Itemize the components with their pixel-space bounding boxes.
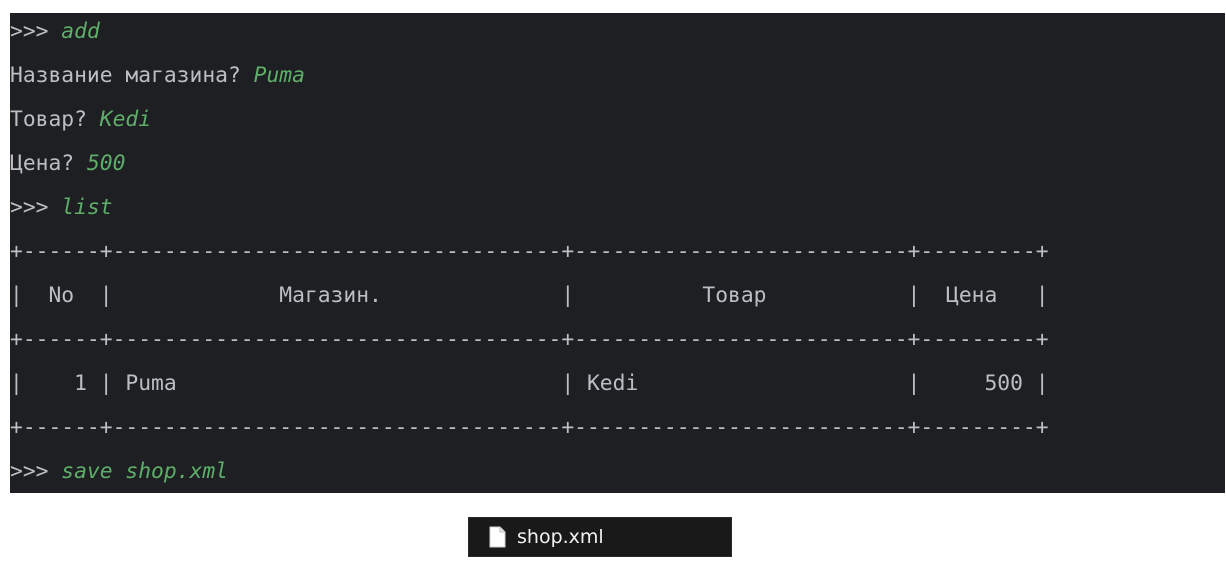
prompt: >>> — [10, 195, 49, 220]
question-answer: Kedi — [99, 107, 152, 132]
command-input: add — [61, 19, 100, 44]
prompt: >>> — [10, 459, 49, 484]
terminal-output[interactable]: >>> add Название магазина? Puma Товар? K… — [10, 13, 1225, 493]
table-border-bottom: +------+--------------------------------… — [10, 415, 1049, 440]
command-line-list: >>> list — [10, 191, 113, 225]
command-line-save: >>> save shop.xml — [10, 455, 228, 489]
question-line-shop: Название магазина? Puma — [10, 59, 305, 93]
question-label: Название магазина? — [10, 63, 241, 88]
command-input: list — [61, 195, 113, 220]
table-row: | 1 | Puma | Kedi | 500 | — [10, 371, 1049, 396]
table-border-top: +------+--------------------------------… — [10, 239, 1049, 264]
table-border-mid: +------+--------------------------------… — [10, 327, 1049, 352]
command-input: save shop.xml — [61, 459, 228, 484]
question-label: Товар? — [10, 107, 87, 132]
table-header-row: | No | Магазин. | Товар | Цена | — [10, 283, 1049, 308]
file-icon — [489, 526, 506, 548]
file-name: shop.xml — [517, 526, 604, 548]
question-line-product: Товар? Kedi — [10, 103, 151, 137]
prompt: >>> — [10, 19, 49, 44]
question-answer: 500 — [86, 151, 126, 176]
question-answer: Puma — [253, 63, 305, 88]
file-item-shop-xml[interactable]: shop.xml — [468, 517, 732, 557]
question-label: Цена? — [10, 151, 75, 176]
question-line-price: Цена? 500 — [10, 147, 125, 181]
command-line-add: >>> add — [10, 15, 100, 49]
